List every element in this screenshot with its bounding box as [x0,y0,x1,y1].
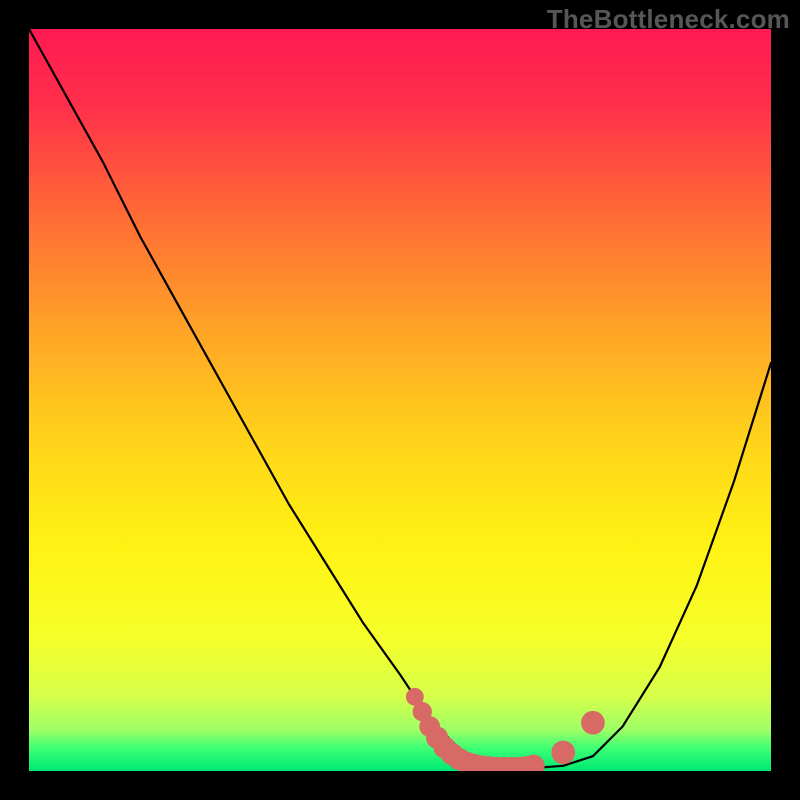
valley-marker [581,711,605,735]
chart-plot-area [29,29,771,771]
chart-frame: TheBottleneck.com [0,0,800,800]
chart-background [29,29,771,771]
watermark-text: TheBottleneck.com [547,4,790,35]
chart-svg [29,29,771,771]
valley-marker [551,741,575,765]
